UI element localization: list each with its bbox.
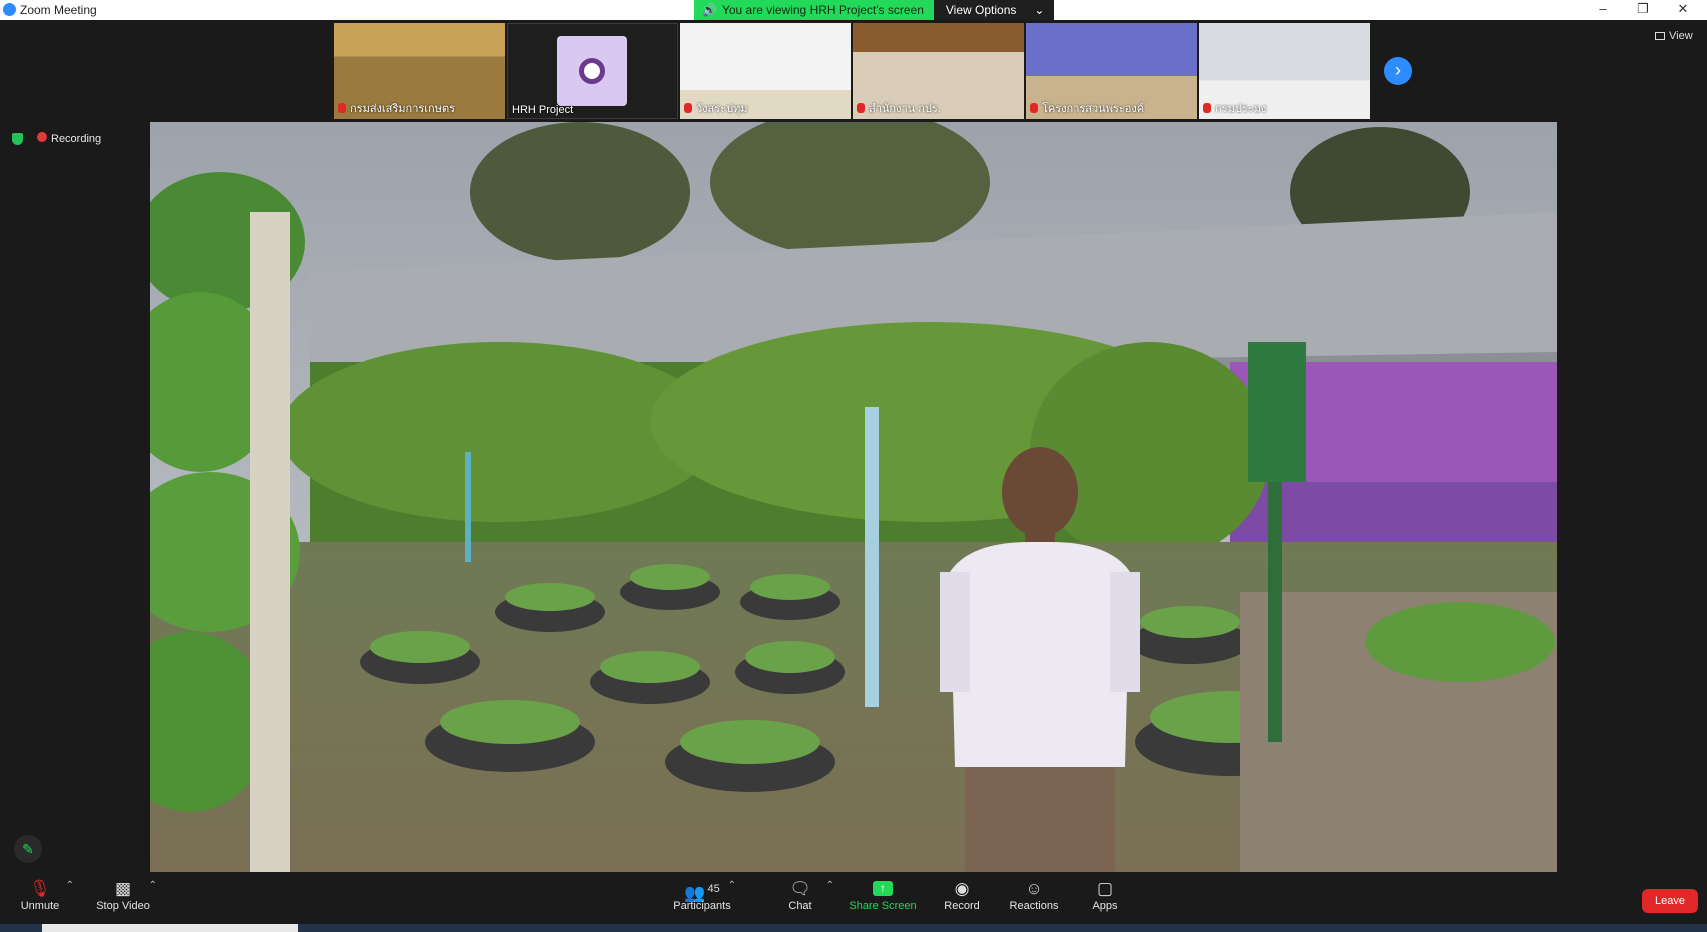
share-banner: 🔊 You are viewing HRH Project's screen V…	[694, 0, 1055, 20]
apps-icon: ▢	[1096, 879, 1114, 898]
unmute-options-caret[interactable]: ⌃	[66, 880, 74, 891]
shared-screen[interactable]	[150, 122, 1557, 877]
reactions-label: Reactions	[1009, 900, 1059, 912]
chat-bubble-icon: 🗨	[789, 879, 811, 898]
participant-thumbnail[interactable]: โครงการสวนพระองค์	[1026, 23, 1197, 119]
chat-button[interactable]: 🗨 Chat ⌃	[760, 878, 840, 912]
leave-button[interactable]: Leave	[1642, 889, 1698, 913]
zoom-logo-icon	[3, 3, 16, 16]
participant-name: กรมส่งเสริมการเกษตร	[350, 103, 456, 115]
participant-thumbnail[interactable]: กรมประมง	[1199, 23, 1370, 119]
participants-count: 45	[707, 883, 720, 895]
shared-video-frame	[150, 122, 1557, 877]
record-dot-icon	[37, 132, 47, 142]
smiley-icon: ☺	[1025, 879, 1043, 898]
meeting-stage: กรมส่งเสริมการเกษตร HRH Project วังสระปท…	[0, 20, 1707, 877]
unmute-label: Unmute	[20, 900, 60, 912]
grid-icon	[1655, 32, 1665, 40]
chevron-down-icon: ⌄	[1034, 3, 1045, 17]
participant-name: HRH Project	[512, 104, 574, 116]
minimize-button[interactable]: –	[1583, 0, 1623, 20]
mic-muted-icon	[857, 103, 865, 113]
view-options-button[interactable]: View Options ⌄	[933, 0, 1055, 20]
apps-label: Apps	[1092, 900, 1118, 912]
window-title: Zoom Meeting	[20, 3, 97, 17]
speaker-icon: 🔊	[702, 3, 717, 17]
meeting-toolbar: 🎙 Unmute ⌃ ▩ Stop Video ⌃ 👥 45 Participan…	[0, 872, 1707, 924]
share-screen-button[interactable]: ↑ Share Screen	[843, 878, 923, 912]
view-label: View	[1669, 30, 1693, 42]
participant-name: โครงการสวนพระองค์	[1042, 103, 1145, 115]
view-button[interactable]: View	[1655, 30, 1693, 42]
mic-muted-icon	[1030, 103, 1038, 113]
participant-name: กรมประมง	[1215, 103, 1267, 115]
share-screen-icon: ↑	[873, 881, 893, 896]
participant-thumbnail[interactable]: วังสระปทุม	[680, 23, 851, 119]
apps-button[interactable]: ▢ Apps	[1065, 878, 1145, 912]
participant-thumbnail[interactable]: สำนักงาน กปร.	[853, 23, 1024, 119]
recording-indicator[interactable]: Recording	[37, 132, 101, 145]
shield-icon[interactable]	[12, 132, 23, 145]
hrh-logo	[557, 36, 627, 106]
viewing-text: You are viewing HRH Project's screen	[721, 3, 924, 17]
thumbnail-strip: กรมส่งเสริมการเกษตร HRH Project วังสระปท…	[334, 23, 1370, 119]
record-label: Record	[944, 900, 980, 912]
record-icon: ◉	[954, 879, 970, 898]
stop-video-button[interactable]: ▩ Stop Video ⌃	[83, 878, 163, 912]
annotate-pencil-button[interactable]: ✎	[14, 835, 42, 863]
stop-video-label: Stop Video	[96, 900, 150, 912]
os-taskbar	[0, 924, 1707, 932]
restore-button[interactable]: ❐	[1623, 0, 1663, 20]
chat-label: Chat	[788, 900, 812, 912]
close-button[interactable]: ✕	[1663, 0, 1703, 20]
participant-thumbnail[interactable]: กรมส่งเสริมการเกษตร	[334, 23, 505, 119]
mic-muted-icon	[684, 103, 692, 113]
mic-muted-icon	[338, 103, 346, 113]
participants-button[interactable]: 👥 45 Participants ⌃	[662, 878, 742, 912]
participant-name: สำนักงาน กปร.	[869, 103, 941, 115]
record-button[interactable]: ◉ Record	[922, 878, 1002, 912]
video-camera-icon: ▩	[114, 879, 132, 898]
participants-label: Participants	[673, 900, 731, 912]
reactions-button[interactable]: ☺ Reactions	[994, 878, 1074, 912]
taskbar-search-box[interactable]	[42, 924, 298, 932]
participant-name: วังสระปทุม	[696, 103, 748, 115]
viewing-banner: 🔊 You are viewing HRH Project's screen	[694, 0, 934, 20]
participant-thumbnail[interactable]: HRH Project	[507, 23, 678, 119]
video-options-caret[interactable]: ⌃	[149, 880, 157, 891]
unmute-button[interactable]: 🎙 Unmute ⌃	[0, 878, 80, 912]
view-options-label: View Options	[945, 3, 1017, 17]
share-screen-label: Share Screen	[849, 900, 917, 912]
participants-options-caret[interactable]: ⌃	[728, 880, 736, 891]
recording-label: Recording	[51, 133, 102, 145]
microphone-muted-icon: 🎙	[29, 879, 51, 898]
next-page-button[interactable]: ›	[1384, 57, 1412, 85]
mic-muted-icon	[1203, 103, 1211, 113]
window-titlebar: Zoom Meeting 🔊 You are viewing HRH Proje…	[0, 0, 1707, 20]
meeting-status: Recording	[12, 132, 101, 145]
chat-options-caret[interactable]: ⌃	[826, 880, 834, 891]
